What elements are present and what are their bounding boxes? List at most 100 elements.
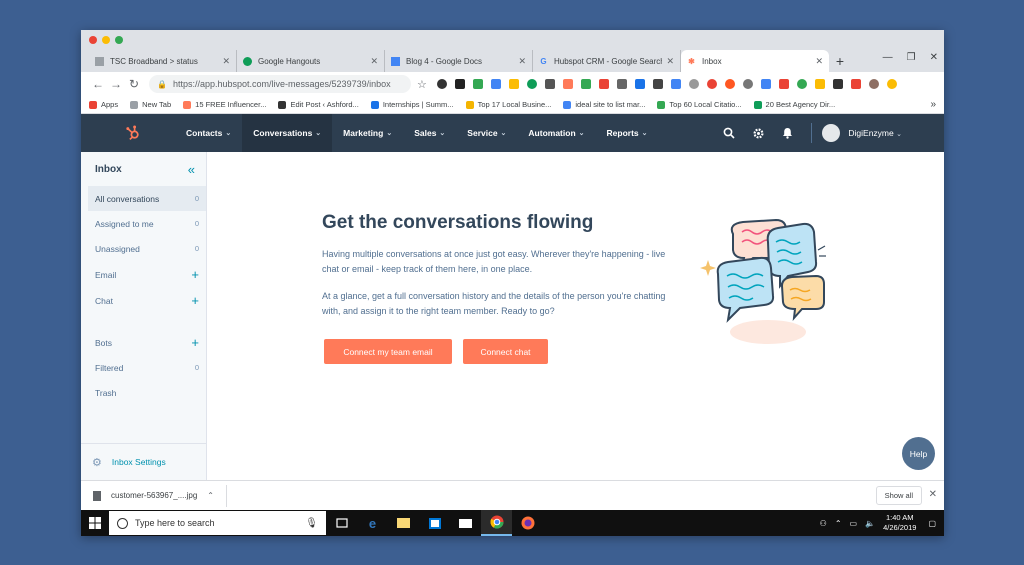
help-button[interactable]: Help (902, 437, 935, 470)
bookmark-influencer[interactable]: 15 FREE Influencer... (183, 100, 266, 109)
file-explorer-icon[interactable] (388, 510, 419, 536)
clock[interactable]: 1:40 AM 4/26/2019 (883, 513, 916, 533)
edge-icon[interactable]: e (357, 510, 388, 536)
bookmark-ideal-site[interactable]: ideal site to list mar... (563, 100, 645, 109)
bookmark-new-tab[interactable]: New Tab (130, 100, 171, 109)
bookmark-top-60[interactable]: Top 60 Local Citatio... (657, 100, 742, 109)
nav-automation[interactable]: Automation ⌄ (517, 114, 595, 152)
add-bot-icon[interactable]: + (191, 335, 199, 350)
sidebar-item-trash[interactable]: Trash (88, 380, 206, 405)
sidebar-item-bots[interactable]: Bots + (88, 330, 206, 355)
taskbar-search[interactable]: Type here to search 🎙 (109, 511, 326, 535)
more-bookmarks-icon[interactable]: » (930, 99, 936, 110)
nav-sales[interactable]: Sales ⌄ (403, 114, 456, 152)
new-tab-button[interactable]: + (829, 50, 851, 72)
forward-icon[interactable]: → (107, 77, 125, 91)
nav-contacts[interactable]: Contacts ⌄ (175, 114, 242, 152)
network-icon[interactable]: ▭ (850, 519, 858, 528)
bookmark-edit-post[interactable]: Edit Post ‹ Ashford... (278, 100, 359, 109)
extension-icon[interactable] (706, 79, 717, 89)
extension-icon[interactable] (814, 79, 825, 89)
close-icon[interactable]: ✕ (929, 489, 937, 500)
tab-google-hangouts[interactable]: Google Hangouts ✕ (237, 50, 385, 72)
tab-tsc-broadband[interactable]: TSC Broadband > status ✕ (89, 50, 237, 72)
sidebar-item-all-conversations[interactable]: All conversations 0 (88, 186, 206, 211)
sidebar-item-unassigned[interactable]: Unassigned 0 (88, 236, 206, 261)
add-chat-icon[interactable]: + (191, 293, 199, 308)
tab-inbox[interactable]: ✱ Inbox ✕ (681, 50, 829, 72)
download-item[interactable]: customer-563967_....jpg ⌃ (81, 484, 227, 507)
extension-icon[interactable] (472, 79, 483, 89)
sidebar-item-chat[interactable]: Chat + (88, 288, 206, 313)
profile-icon[interactable] (868, 79, 879, 89)
close-icon[interactable]: ✕ (815, 56, 823, 67)
windows-start-icon[interactable] (81, 510, 109, 536)
sidebar-item-assigned-to-me[interactable]: Assigned to me 0 (88, 211, 206, 236)
sidebar-item-filtered[interactable]: Filtered 0 (88, 355, 206, 380)
extension-icon[interactable] (634, 79, 645, 89)
firefox-icon[interactable] (512, 510, 543, 536)
show-all-button[interactable]: Show all (875, 486, 922, 505)
bell-icon[interactable] (780, 126, 794, 140)
extension-icon[interactable] (454, 79, 465, 89)
minimize-dot[interactable] (102, 36, 110, 44)
avatar[interactable] (822, 124, 841, 142)
close-icon[interactable]: ✕ (518, 56, 526, 67)
maximize-dot[interactable] (115, 36, 123, 44)
close-dot[interactable] (89, 36, 97, 44)
extension-icon[interactable] (580, 79, 591, 89)
bookmark-top-17[interactable]: Top 17 Local Busine... (465, 100, 551, 109)
extension-icon[interactable] (652, 79, 663, 89)
restore-icon[interactable]: ❐ (907, 52, 916, 63)
extension-icon[interactable] (526, 79, 537, 89)
extension-icon[interactable] (760, 79, 771, 89)
extension-icon[interactable] (742, 79, 753, 89)
extension-icon[interactable] (850, 79, 861, 89)
close-icon[interactable]: ✕ (370, 56, 378, 67)
reload-icon[interactable]: ↻ (125, 77, 143, 91)
extension-icon[interactable] (436, 79, 447, 89)
inbox-settings-link[interactable]: ⚙ Inbox Settings (81, 443, 207, 480)
hubspot-logo-icon[interactable] (125, 125, 141, 141)
minimize-icon[interactable]: — (883, 52, 893, 63)
address-bar[interactable]: 🔒 https://app.hubspot.com/live-messages/… (149, 75, 411, 93)
nav-service[interactable]: Service ⌄ (456, 114, 517, 152)
extension-icon[interactable] (832, 79, 843, 89)
bookmark-internships[interactable]: Internships | Summ... (370, 100, 454, 109)
tab-google-search[interactable]: G Hubspot CRM - Google Search ✕ (533, 50, 681, 72)
nav-conversations[interactable]: Conversations ⌄ (242, 114, 333, 152)
nav-reports[interactable]: Reports ⌄ (596, 114, 659, 152)
store-icon[interactable] (419, 510, 450, 536)
notification-icon[interactable]: ▢ (928, 519, 936, 528)
chevron-up-icon[interactable]: ⌃ (207, 491, 214, 500)
tab-blog-docs[interactable]: Blog 4 - Google Docs ✕ (385, 50, 533, 72)
chrome-taskbar-icon[interactable] (481, 510, 512, 536)
extension-icon[interactable] (670, 79, 681, 89)
connect-team-email-button[interactable]: Connect my team email (324, 339, 452, 364)
extension-icon[interactable] (724, 79, 735, 89)
chevron-up-icon[interactable]: ⌃ (835, 519, 842, 528)
extension-icon[interactable] (508, 79, 519, 89)
extension-icon[interactable] (544, 79, 555, 89)
extension-icon[interactable] (562, 79, 573, 89)
extension-icon[interactable] (598, 79, 609, 89)
nav-marketing[interactable]: Marketing ⌄ (332, 114, 403, 152)
connect-chat-button[interactable]: Connect chat (463, 339, 548, 364)
volume-icon[interactable]: 🔈 (865, 519, 875, 528)
bookmark-apps[interactable]: Apps (89, 100, 118, 109)
people-icon[interactable]: ⚇ (820, 519, 827, 528)
sidebar-item-email[interactable]: Email + (88, 262, 206, 287)
close-window-icon[interactable]: ✕ (930, 52, 938, 63)
mail-icon[interactable] (450, 510, 481, 536)
extension-icon[interactable] (688, 79, 699, 89)
microphone-icon[interactable]: 🎙 (305, 518, 318, 529)
search-icon[interactable] (722, 126, 736, 140)
menu-icon[interactable] (886, 79, 897, 89)
back-icon[interactable]: ← (89, 77, 107, 91)
gear-icon[interactable] (751, 126, 765, 140)
extension-icon[interactable] (796, 79, 807, 89)
collapse-icon[interactable]: « (188, 162, 195, 177)
task-view-icon[interactable] (326, 510, 357, 536)
account-menu[interactable]: DigiEnzyme ⌄ (848, 128, 902, 138)
bookmark-star-icon[interactable]: ☆ (417, 78, 427, 91)
